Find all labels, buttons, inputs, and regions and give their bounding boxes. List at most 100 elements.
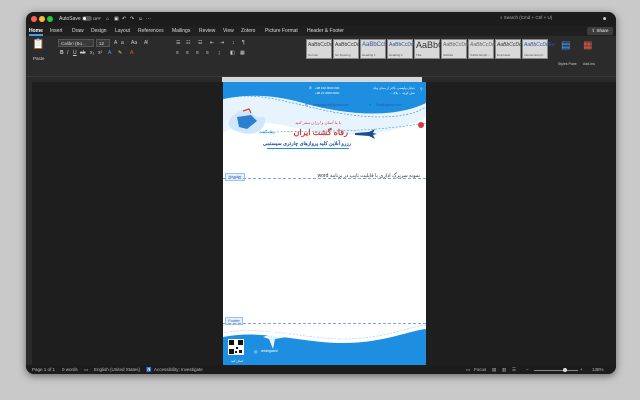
paste-label: Paste <box>33 56 45 61</box>
styles-pane-label: Styles Pane <box>558 62 577 66</box>
status-bar: Page 1 of 1 0 words ▭ English (United St… <box>26 365 616 374</box>
style-heading-2[interactable]: AaBbCcDd Heading 2 <box>387 39 414 59</box>
align-left-icon[interactable]: ≡ <box>176 50 179 56</box>
style-normal[interactable]: AaBbCcDdEe Normal <box>306 39 339 59</box>
tab-view[interactable]: View <box>223 28 234 34</box>
zoom-level[interactable]: 138% <box>592 367 604 372</box>
styles-pane-icon[interactable]: ▤ <box>561 40 570 51</box>
proofing-icon[interactable]: ▭ <box>84 367 88 373</box>
language[interactable]: English (United States) <box>94 367 140 372</box>
phone-number-1: +98 910 0000 000 <box>315 86 340 90</box>
tab-layout[interactable]: Layout <box>115 28 130 34</box>
decrease-indent-icon[interactable]: ⇤ <box>210 40 214 46</box>
accessibility-status[interactable]: Accessibility: Investigate <box>154 367 203 372</box>
shading-icon[interactable]: ◧ <box>230 50 235 56</box>
style-sample: AaBbCcDdEe <box>524 42 555 48</box>
tab-mailings[interactable]: Mailings <box>172 28 190 34</box>
subscript-icon[interactable]: x₂ <box>90 50 94 56</box>
focus-icon[interactable]: ▭ <box>466 367 470 373</box>
zoom-window-button[interactable] <box>47 16 53 22</box>
numbering-icon[interactable]: ☷ <box>186 40 190 46</box>
tab-picture-format[interactable]: Picture Format <box>265 28 298 34</box>
style-name: Emphasis <box>497 53 511 57</box>
tab-zotero[interactable]: Zotero <box>241 28 255 34</box>
phone-number-2: +98 21 0000 0000 <box>315 91 340 95</box>
style-heading-1[interactable]: AaBbCcI Heading 1 <box>360 39 386 59</box>
zoom-slider[interactable] <box>534 369 578 371</box>
save-icon[interactable]: ▣ <box>114 16 119 22</box>
style-name: Intense Emph... <box>524 53 546 57</box>
grow-font-icon[interactable]: A <box>114 40 117 46</box>
strikethrough-icon[interactable]: ab <box>80 50 86 56</box>
more-icon[interactable]: ··· <box>146 16 151 22</box>
bold-icon[interactable]: B <box>60 50 64 56</box>
highlight-icon[interactable]: ✎ <box>118 50 122 56</box>
sort-icon[interactable]: ↕ <box>232 40 235 46</box>
font-name-select[interactable]: Calibri (Bo... <box>58 39 94 47</box>
underline-icon[interactable]: U <box>73 50 77 56</box>
multilevel-list-icon[interactable]: ☲ <box>198 40 202 46</box>
autosave-toggle[interactable] <box>82 16 92 21</box>
align-center-icon[interactable]: ≡ <box>186 50 189 56</box>
search-placeholder: Search (Cmd + Ctrl + U) <box>503 15 553 20</box>
web-layout-icon[interactable]: ▥ <box>502 367 506 373</box>
style-no-spacing[interactable]: AaBbCcDdEe No Spacing <box>333 39 366 59</box>
tab-insert[interactable]: Insert <box>50 28 63 34</box>
zoom-in-icon[interactable]: + <box>580 367 583 372</box>
addins-icon[interactable]: ▦ <box>583 40 592 51</box>
instagram-icon: ◎ <box>254 349 258 354</box>
focus-label[interactable]: Focus <box>474 367 486 372</box>
zoom-slider-thumb[interactable] <box>563 367 567 372</box>
accessibility-icon[interactable]: ♿ <box>146 367 152 373</box>
clear-formatting-icon[interactable]: A̸ <box>144 40 147 46</box>
share-label: Share <box>596 28 609 33</box>
print-layout-icon[interactable]: ▤ <box>492 367 496 373</box>
minimize-window-button[interactable] <box>39 16 45 22</box>
redo-icon[interactable]: ↷ <box>130 16 134 22</box>
borders-icon[interactable]: ▦ <box>240 50 245 56</box>
shrink-font-icon[interactable]: a <box>121 40 124 46</box>
body-paragraph[interactable]: نمونه سربرگ اداری با قابلیت تایپ در برنا… <box>318 173 420 179</box>
close-window-button[interactable] <box>31 16 37 22</box>
word-count[interactable]: 0 words <box>62 367 78 372</box>
line-spacing-icon[interactable]: ↨ <box>218 50 221 56</box>
tab-review[interactable]: Review <box>199 28 215 34</box>
bullets-icon[interactable]: ☰ <box>176 40 180 46</box>
tab-references[interactable]: References <box>138 28 164 34</box>
location-pin-icon <box>418 122 424 128</box>
align-right-icon[interactable]: ≡ <box>196 50 199 56</box>
smiley-icon[interactable]: ☺ <box>138 16 143 22</box>
superscript-icon[interactable]: x² <box>98 50 102 56</box>
change-case-icon[interactable]: Aa <box>131 40 137 46</box>
text-effects-icon[interactable]: A <box>108 50 111 56</box>
header-label[interactable]: Header <box>225 173 245 181</box>
share-button[interactable]: ⇪ Share <box>587 27 613 35</box>
increase-indent-icon[interactable]: ⇥ <box>220 40 224 46</box>
justify-icon[interactable]: ≡ <box>206 50 209 56</box>
style-title[interactable]: AaBbC Title <box>414 39 445 59</box>
show-marks-icon[interactable]: ¶ <box>242 40 245 46</box>
style-emphasis[interactable]: AaBbCcDdEe Emphasis <box>495 39 528 59</box>
search-box[interactable]: ⌕ Search (Cmd + Ctrl + U) <box>500 15 564 22</box>
tab-header-footer[interactable]: Header & Footer <box>307 28 344 34</box>
undo-icon[interactable]: ↶ <box>122 16 126 22</box>
tab-draw[interactable]: Draw <box>72 28 84 34</box>
autosave-label: AutoSave <box>59 16 81 22</box>
style-subtle-emphasis[interactable]: AaBbCcDdEe Subtle Emph... <box>468 39 501 59</box>
style-subtitle[interactable]: AaBbCcDdEe Subtitle <box>441 39 474 59</box>
zoom-out-icon[interactable]: − <box>526 367 529 372</box>
title-bar: AutoSave OFF ⌂ ▣ ↶ ↷ ☺ ··· ⌕ Search (Cmd… <box>26 12 616 26</box>
paste-icon[interactable]: 📋 <box>32 39 44 50</box>
tab-design[interactable]: Design <box>91 28 107 34</box>
home-icon[interactable]: ⌂ <box>106 16 109 22</box>
document-page[interactable]: خیابان ولیعصر، بالاتر از میدان ونک نبش ک… <box>223 82 426 367</box>
outline-icon[interactable]: ☰ <box>512 367 516 373</box>
italic-icon[interactable]: I <box>67 50 68 56</box>
qr-code-icon <box>228 339 244 355</box>
font-size-select[interactable]: 12 <box>96 39 110 47</box>
account-icon[interactable]: ☻ <box>602 16 607 22</box>
style-intense-emphasis[interactable]: AaBbCcDdEe Intense Emph... <box>522 39 555 59</box>
page-count[interactable]: Page 1 of 1 <box>32 367 55 372</box>
font-color-icon[interactable]: A <box>130 50 133 56</box>
style-sample: AaBbCcI <box>362 42 386 48</box>
